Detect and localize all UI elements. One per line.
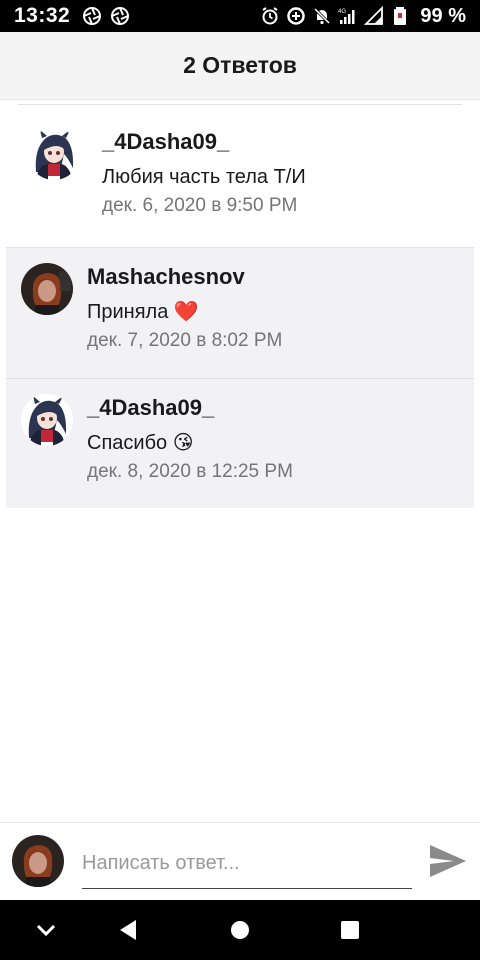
alarm-icon: [262, 7, 278, 25]
home-icon[interactable]: [226, 916, 254, 944]
status-bar: 13:32 4G 99 %: [0, 0, 480, 32]
notifications-off-icon: [314, 7, 331, 25]
signal-4g-icon: 4G: [338, 9, 355, 24]
username[interactable]: _4Dasha09_: [87, 394, 293, 422]
reply-composer: [0, 822, 480, 900]
clock: 13:32: [14, 4, 71, 27]
my-avatar[interactable]: [12, 835, 64, 887]
back-icon[interactable]: [114, 916, 142, 944]
recents-icon[interactable]: [336, 916, 364, 944]
data-saver-icon: [287, 7, 306, 25]
avatar[interactable]: [21, 263, 73, 315]
signal-icon: [364, 6, 384, 25]
reply-content: Mashachesnov Приняла ❤️ дек. 7, 2020 в 8…: [87, 263, 282, 353]
divider: [18, 104, 462, 105]
svg-text:4G: 4G: [338, 9, 346, 15]
photo-avatar-icon: [12, 835, 64, 887]
avatar[interactable]: [21, 394, 73, 446]
reply-text: Любия часть тела Т/И: [102, 166, 306, 188]
battery-percent: 99 %: [420, 4, 466, 27]
reply-item[interactable]: _4Dasha09_ Спасибо 😘 дек. 8, 2020 в 12:2…: [21, 394, 293, 484]
reply-text: Спасибо 😘: [87, 432, 194, 454]
system-nav-bar: [0, 900, 480, 960]
reply-content: _4Dasha09_ Любия часть тела Т/И дек. 6, …: [102, 128, 306, 218]
reply-date: дек. 7, 2020 в 8:02 PM: [87, 330, 283, 351]
reply-input[interactable]: [82, 839, 412, 889]
avatar[interactable]: [28, 128, 80, 180]
photo-avatar-icon: [21, 263, 73, 315]
reply-date: дек. 6, 2020 в 9:50 PM: [102, 195, 298, 216]
aperture-icon-2: [111, 7, 130, 25]
reply-item[interactable]: Mashachesnov Приняла ❤️ дек. 7, 2020 в 8…: [21, 263, 282, 353]
reply-item[interactable]: _4Dasha09_ Любия часть тела Т/И дек. 6, …: [28, 128, 306, 218]
replies-header: 2 Ответов: [0, 32, 480, 100]
reply-text: Приняла ❤️: [87, 301, 199, 323]
anime-avatar-icon: [28, 128, 80, 180]
send-icon[interactable]: [428, 841, 468, 881]
reply-date: дек. 8, 2020 в 12:25 PM: [87, 461, 293, 482]
page-title: 2 Ответов: [183, 52, 297, 78]
reply-content: _4Dasha09_ Спасибо 😘 дек. 8, 2020 в 12:2…: [87, 394, 293, 484]
chevron-down-icon[interactable]: [32, 916, 60, 944]
anime-avatar-icon: [21, 394, 73, 446]
username[interactable]: Mashachesnov: [87, 263, 282, 291]
aperture-icon: [83, 7, 102, 25]
battery-icon: [394, 7, 407, 25]
divider: [6, 378, 474, 379]
username[interactable]: _4Dasha09_: [102, 128, 306, 156]
